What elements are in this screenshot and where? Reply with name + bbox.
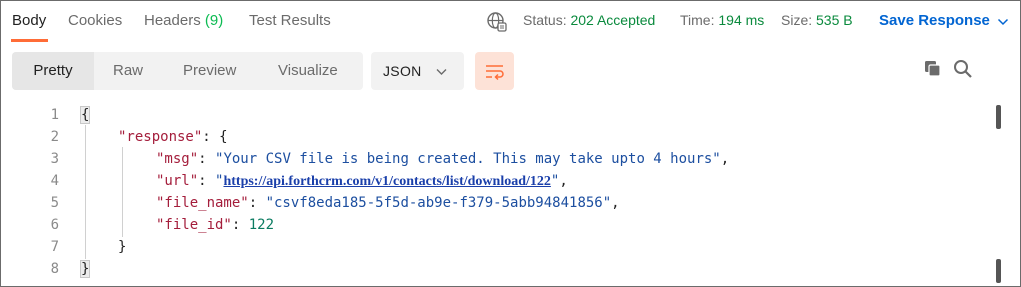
code-line: "msg": "Your CSV file is being created. … [156, 151, 730, 167]
line-number: 5 [50, 195, 59, 211]
json-key: "msg" [156, 151, 199, 167]
code-line: "file_name": "csvf8eda185-5f5d-ab9e-f379… [156, 195, 620, 211]
view-mode-selector: Pretty Raw Preview Visualize [12, 52, 363, 90]
headers-count-badge: (9) [204, 12, 224, 29]
status-label: Status: [523, 12, 567, 28]
scrollbar-thumb[interactable] [996, 259, 1001, 283]
code-line: { [79, 104, 91, 126]
json-string-value: "Your CSV file is being created. This ma… [215, 151, 721, 167]
scrollbar-thumb[interactable] [996, 105, 1001, 129]
status-indicator[interactable]: Status: 202 Accepted [523, 12, 655, 28]
chevron-down-icon [435, 65, 448, 78]
active-tab-indicator [11, 39, 48, 42]
tab-headers[interactable]: Headers (9) [144, 12, 223, 29]
response-panel: Body Cookies Headers (9) Test Results St… [0, 0, 1021, 287]
tab-test-results[interactable]: Test Results [249, 12, 331, 29]
line-number: 1 [50, 107, 59, 123]
tab-headers-label: Headers [144, 12, 201, 29]
tab-body[interactable]: Body [12, 12, 46, 29]
indent-guide [85, 125, 86, 259]
code-line: "file_id": 122 [156, 217, 275, 233]
url-link[interactable]: https://api.forthcrm.com/v1/contacts/lis… [223, 174, 550, 189]
line-number: 8 [50, 261, 59, 277]
code-line: "url": "https://api.forthcrm.com/v1/cont… [156, 173, 568, 189]
format-label: JSON [383, 63, 422, 79]
json-number-value: 122 [248, 217, 275, 233]
save-response-button[interactable]: Save Response [879, 12, 990, 29]
line-number: 3 [50, 151, 59, 167]
globe-icon[interactable] [486, 11, 508, 33]
mode-raw[interactable]: Raw [113, 52, 143, 90]
mode-visualize[interactable]: Visualize [278, 52, 338, 90]
json-key: "file_name" [156, 195, 249, 211]
json-string-value: "csvf8eda185-5f5d-ab9e-f379-5abb94841856… [265, 195, 612, 211]
copy-icon[interactable] [923, 59, 943, 79]
close-brace: } [79, 260, 91, 278]
open-brace: { [79, 106, 91, 124]
code-line: } [79, 258, 91, 280]
time-label: Time: [680, 12, 715, 28]
tab-cookies[interactable]: Cookies [68, 12, 122, 29]
chevron-down-icon[interactable] [997, 15, 1009, 27]
close-brace: } [118, 239, 127, 255]
line-number: 7 [50, 239, 59, 255]
json-punct: : { [202, 129, 228, 145]
size-label: Size: [781, 12, 813, 28]
response-body-editor[interactable]: 1 2 3 4 5 6 7 8 { "response": { "msg": "… [1, 101, 1020, 287]
response-tabs: Body Cookies Headers (9) Test Results St… [1, 1, 1020, 43]
mode-preview[interactable]: Preview [183, 52, 236, 90]
json-key: "response" [118, 129, 203, 145]
code-line: } [118, 236, 126, 258]
status-value: 202 Accepted [570, 12, 656, 28]
line-number: 4 [50, 173, 59, 189]
wrap-lines-button[interactable] [475, 52, 514, 90]
search-icon[interactable] [953, 59, 973, 79]
size-value: 535 B [816, 12, 853, 28]
time-value: 194 ms [718, 12, 765, 28]
json-key: "url" [156, 173, 199, 189]
wrap-lines-icon [486, 65, 504, 81]
line-number: 6 [50, 217, 59, 233]
size-indicator[interactable]: Size: 535 B [781, 12, 853, 28]
time-indicator[interactable]: Time: 194 ms [680, 12, 764, 28]
indent-guide [122, 147, 123, 237]
json-key: "file_id" [156, 217, 232, 233]
mode-pretty[interactable]: Pretty [12, 52, 94, 90]
code-line: "response": { [118, 126, 228, 148]
format-dropdown[interactable]: JSON [371, 52, 464, 90]
line-number: 2 [50, 129, 59, 145]
